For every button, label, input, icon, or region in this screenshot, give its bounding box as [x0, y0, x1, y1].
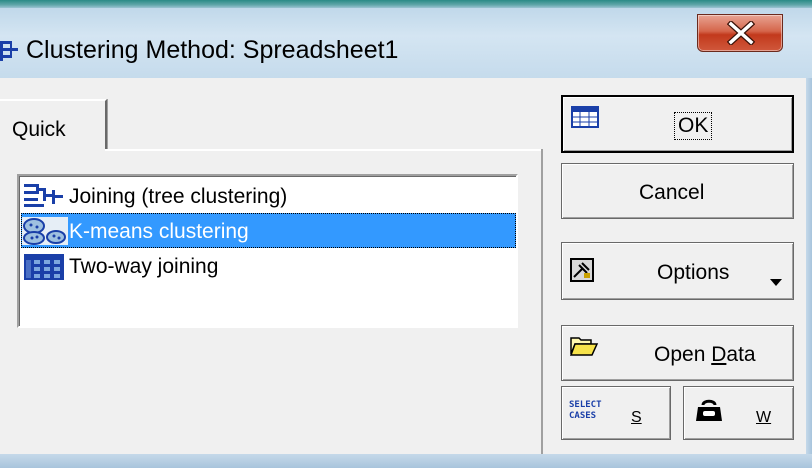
- list-item-two-way[interactable]: Two-way joining: [21, 248, 516, 283]
- weight-icon: [694, 399, 724, 429]
- tree-clustering-icon: [22, 182, 64, 214]
- select-cases-button-label: S: [631, 409, 642, 426]
- clustering-method-list[interactable]: Joining (tree clustering) K-means cluste…: [17, 174, 518, 328]
- folder-open-icon: [569, 334, 599, 364]
- tab-panel-top-border: [105, 149, 542, 151]
- spreadsheet-icon: [571, 106, 599, 134]
- select-cases-icon: SELECT CASES: [569, 400, 602, 421]
- weight-button[interactable]: W: [683, 386, 794, 440]
- two-way-joining-icon: [22, 252, 64, 286]
- tab-quick[interactable]: Quick: [0, 99, 107, 151]
- window-top-strip: [0, 0, 812, 8]
- k-means-icon: [22, 217, 68, 251]
- list-item-k-means[interactable]: K-means clustering: [21, 213, 516, 248]
- close-icon: [727, 21, 755, 45]
- list-item-label: K-means clustering: [69, 220, 249, 243]
- list-item-label: Two-way joining: [69, 255, 219, 278]
- ok-button[interactable]: OK: [561, 95, 794, 153]
- options-button[interactable]: Options: [561, 242, 794, 300]
- tab-panel-right-border: [541, 149, 543, 454]
- close-button[interactable]: [697, 14, 783, 52]
- window-bottom-border: [0, 454, 812, 468]
- tab-quick-label: Quick: [12, 118, 66, 141]
- title-bar[interactable]: Clustering Method: Spreadsheet1: [0, 8, 812, 78]
- cancel-button[interactable]: Cancel: [561, 163, 794, 219]
- cancel-button-label: Cancel: [639, 181, 705, 204]
- ok-button-label: OK: [673, 112, 713, 140]
- options-icon: [570, 258, 594, 288]
- open-data-button-label: Open Data: [654, 343, 756, 366]
- open-data-button[interactable]: Open Data: [561, 325, 794, 381]
- window-right-border: [806, 78, 812, 468]
- list-item-label: Joining (tree clustering): [69, 185, 288, 208]
- list-item-joining[interactable]: Joining (tree clustering): [21, 178, 516, 213]
- weight-button-label: W: [756, 409, 772, 426]
- dropdown-arrow-icon: [770, 269, 782, 293]
- options-button-label: Options: [657, 261, 730, 284]
- window-title: Clustering Method: Spreadsheet1: [26, 36, 399, 64]
- app-icon: [0, 38, 18, 64]
- select-cases-button[interactable]: SELECT CASES S: [561, 386, 671, 440]
